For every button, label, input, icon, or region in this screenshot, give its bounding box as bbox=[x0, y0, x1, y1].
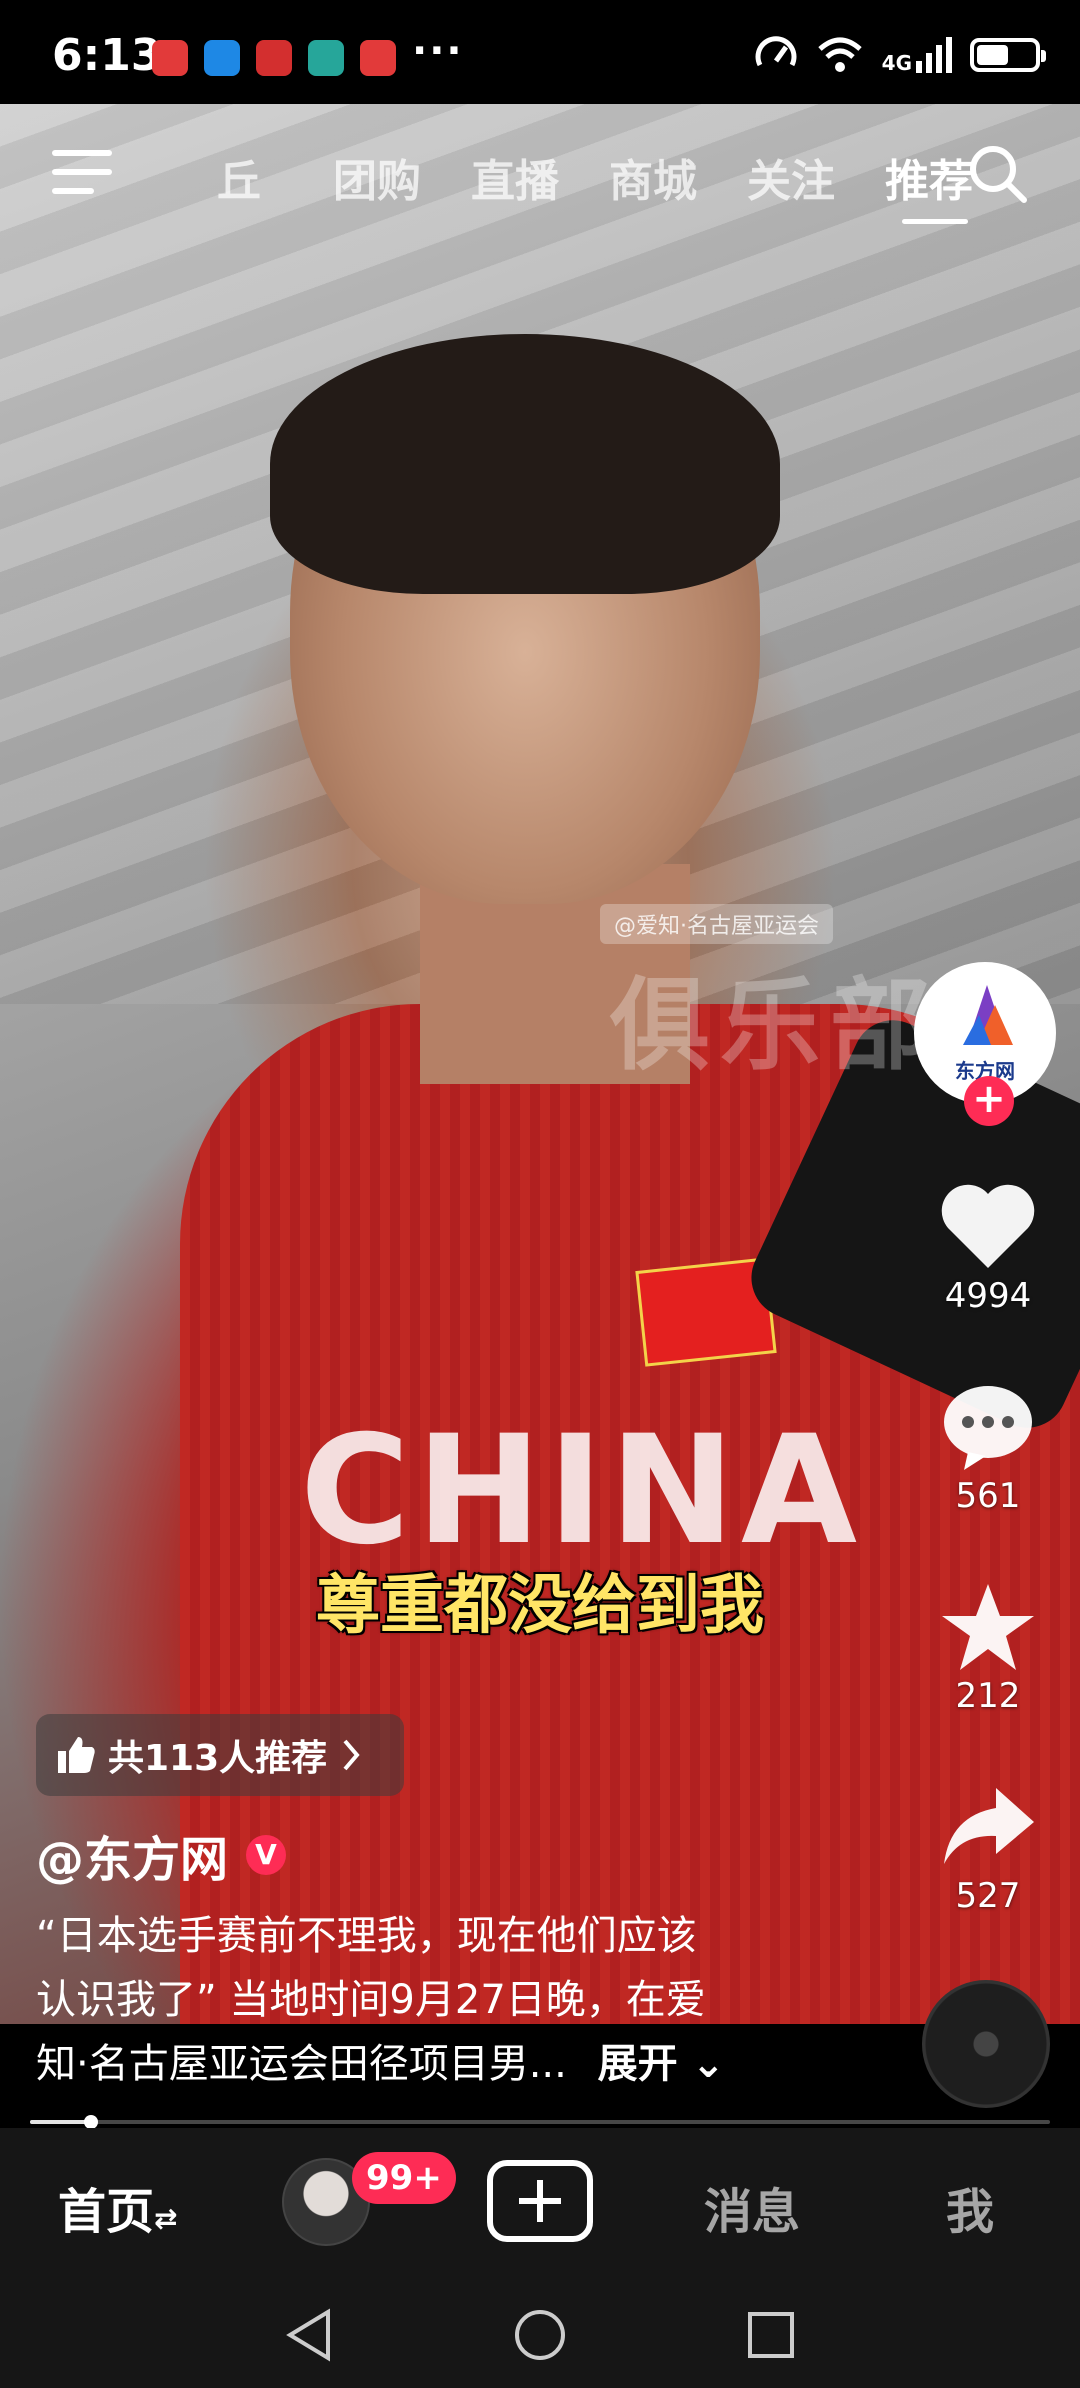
chevron-down-icon: ⌄ bbox=[691, 2041, 726, 2087]
message-icon bbox=[204, 40, 240, 76]
tab-mall[interactable]: 商城 bbox=[584, 145, 722, 209]
top-tabs: 丘 团购 直播 商城 关注 推荐 bbox=[170, 145, 998, 224]
recommend-chip[interactable]: 共113人推荐 bbox=[36, 1714, 404, 1796]
follow-button[interactable]: + bbox=[964, 1076, 1014, 1126]
creator-logo-icon bbox=[963, 985, 1013, 1045]
share-count: 527 bbox=[955, 1876, 1021, 1916]
bank-icon bbox=[256, 40, 292, 76]
description-line: “日本选手赛前不理我，现在他们应该 bbox=[36, 1913, 697, 1959]
progress-fill bbox=[30, 2120, 92, 2124]
jersey-text: CHINA bbox=[300, 1404, 864, 1578]
huawei-store-icon bbox=[152, 40, 188, 76]
tab-home[interactable]: 首页⇄ bbox=[58, 2172, 177, 2242]
search-icon[interactable] bbox=[966, 142, 1030, 206]
tab-live[interactable]: 直播 bbox=[446, 145, 584, 209]
recommend-label: 共113人推荐 bbox=[108, 1738, 328, 1779]
data-saver-icon bbox=[755, 36, 797, 67]
comment-count: 561 bbox=[955, 1476, 1021, 1516]
status-right-group: 4G bbox=[754, 30, 1046, 80]
expand-button[interactable]: 展开 ⌄ bbox=[598, 2041, 725, 2087]
friends-badge: 99+ bbox=[352, 2152, 456, 2204]
favorite-button[interactable]: 212 bbox=[918, 1582, 1058, 1716]
tab-nearby[interactable]: 丘 bbox=[170, 145, 308, 209]
verified-badge-icon: V bbox=[246, 1835, 287, 1875]
tab-following[interactable]: 关注 bbox=[722, 145, 860, 209]
athlete-hair bbox=[270, 334, 780, 594]
star-icon bbox=[942, 1584, 1034, 1670]
favorite-count: 212 bbox=[955, 1676, 1021, 1716]
thumbs-up-icon bbox=[58, 1737, 95, 1773]
music-disc-icon[interactable] bbox=[922, 1980, 1050, 2108]
back-icon[interactable] bbox=[284, 2308, 334, 2362]
status-time: 6:13 bbox=[52, 30, 162, 81]
create-button[interactable] bbox=[487, 2160, 593, 2242]
like-count: 4994 bbox=[944, 1276, 1032, 1316]
tab-me[interactable]: 我 bbox=[946, 2172, 994, 2242]
chevron-right-icon bbox=[343, 1739, 360, 1771]
watermark-small: @爱知·名古屋亚运会 bbox=[600, 904, 833, 944]
description-line: 认识我了” 当地时间9月27日晚，在爱 bbox=[36, 1977, 706, 2023]
author-name[interactable]: @东方网 bbox=[36, 1820, 228, 1890]
bottom-tab-bar: 首页⇄ 99+ 消息 我 bbox=[0, 2128, 1080, 2280]
video-progress-bar[interactable] bbox=[30, 2115, 1050, 2129]
post-description[interactable]: “日本选手赛前不理我，现在他们应该 认识我了” 当地时间9月27日晚，在爱 知·… bbox=[36, 1904, 836, 2096]
watermark-big: 俱乐部 bbox=[610, 967, 940, 1084]
tab-home-label: 首页 bbox=[58, 2184, 155, 2240]
tab-group-buy[interactable]: 团购 bbox=[308, 145, 446, 209]
system-navigation-bar bbox=[0, 2280, 1080, 2388]
description-line-text: 知·名古屋亚运会田径项目男... bbox=[36, 2041, 567, 2087]
expand-label: 展开 bbox=[597, 2041, 678, 2087]
battery-icon bbox=[970, 38, 1046, 72]
menu-icon[interactable] bbox=[52, 150, 112, 200]
battery-level bbox=[977, 45, 1008, 65]
like-button[interactable]: 4994 bbox=[918, 1182, 1058, 1316]
heart-icon bbox=[941, 1184, 1035, 1268]
recent-apps-icon[interactable] bbox=[746, 2310, 796, 2360]
share-icon bbox=[944, 1788, 1034, 1864]
huawei-store-icon bbox=[360, 40, 396, 76]
description-line: 知·名古屋亚运会田径项目男... 展开 ⌄ bbox=[36, 2032, 836, 2096]
author-name-row[interactable]: @东方网 V bbox=[36, 1820, 287, 1890]
shield-icon bbox=[308, 40, 344, 76]
share-button[interactable]: 527 bbox=[918, 1782, 1058, 1916]
more-notifications-icon: ··· bbox=[412, 28, 464, 74]
comment-icon bbox=[944, 1386, 1032, 1470]
switch-icon: ⇄ bbox=[154, 2202, 178, 2235]
home-icon[interactable] bbox=[513, 2308, 567, 2362]
wifi-icon bbox=[817, 37, 862, 72]
tab-messages[interactable]: 消息 bbox=[704, 2172, 800, 2242]
status-bar: 6:13 ··· 4G bbox=[0, 0, 1080, 104]
progress-handle[interactable] bbox=[84, 2115, 99, 2129]
cellular-signal-icon: 4G bbox=[882, 37, 952, 73]
comment-button[interactable]: 561 bbox=[918, 1382, 1058, 1516]
network-type: 4G bbox=[881, 51, 912, 75]
